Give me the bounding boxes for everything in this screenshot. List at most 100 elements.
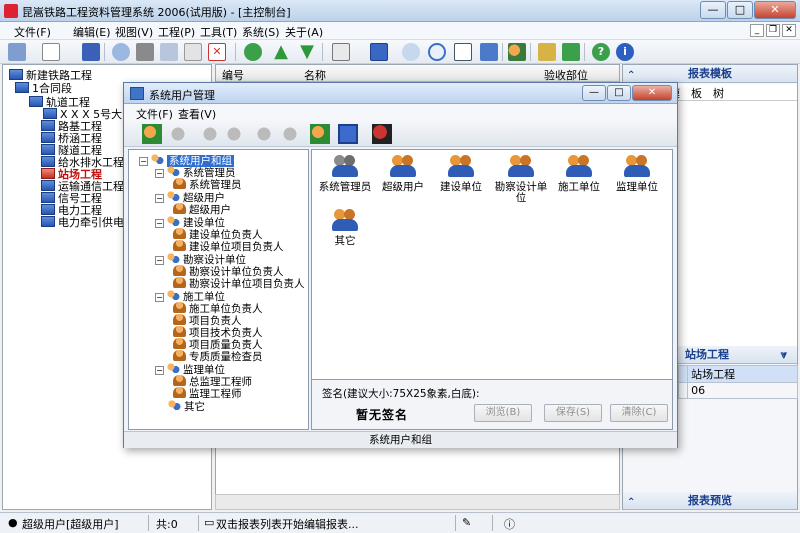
group-label: 其它	[334, 235, 356, 247]
clock-icon[interactable]	[428, 43, 446, 61]
collapse-icon[interactable]: −	[155, 169, 164, 178]
menu-file[interactable]: 文件(F)	[14, 24, 51, 40]
report-icon[interactable]	[370, 43, 388, 61]
user-icon	[173, 302, 186, 313]
search-icon[interactable]	[402, 43, 420, 61]
dialog-close-button[interactable]: ✕	[632, 85, 672, 101]
maximize-button[interactable]: □	[727, 1, 753, 19]
import-icon[interactable]	[538, 43, 556, 61]
print-icon[interactable]	[136, 43, 154, 61]
menu-tools[interactable]: 工具(T)	[200, 24, 237, 40]
group-icon	[166, 363, 180, 374]
column-header-number[interactable]: 编号	[222, 67, 244, 83]
help-icon[interactable]: ?	[592, 43, 610, 61]
group-item-owner[interactable]: 建设单位	[432, 154, 490, 193]
column-header-acceptance[interactable]: 验收部位	[544, 67, 588, 83]
status-bar: ● 超级用户[超级用户] 共:0 ▭ 双击报表列表开始编辑报表... ✎ ⓘ	[0, 512, 800, 533]
horizontal-scrollbar[interactable]	[215, 494, 620, 510]
info-icon[interactable]: i	[616, 43, 634, 61]
app-icon	[4, 4, 18, 18]
close-button[interactable]: ✕	[754, 1, 796, 19]
add-user-icon[interactable]	[254, 124, 274, 144]
collapse-icon[interactable]: −	[155, 194, 164, 203]
export-icon[interactable]	[562, 43, 580, 61]
property-value[interactable]: 站场工程	[687, 365, 798, 383]
group-item-admin[interactable]: 系统管理员	[316, 154, 374, 193]
add-group-icon[interactable]	[142, 124, 162, 144]
clear-button[interactable]: 清除(C)	[610, 404, 668, 422]
menu-edit[interactable]: 编辑(E)	[73, 24, 111, 40]
menu-view[interactable]: 视图(V)	[115, 24, 153, 40]
browse-button[interactable]: 浏览(B)	[474, 404, 532, 422]
book-icon	[9, 69, 23, 80]
dialog-menu-file[interactable]: 文件(F)	[136, 106, 173, 122]
edit-pen-icon[interactable]	[332, 43, 350, 61]
dialog-minimize-button[interactable]: —	[582, 85, 606, 101]
paste-icon[interactable]	[184, 43, 202, 61]
group-icon	[166, 290, 180, 301]
chevron-double-down-icon[interactable]: ⩔	[781, 346, 787, 363]
delete-icon[interactable]: ✕	[208, 43, 226, 61]
dialog-status-bar: 系统用户和组	[124, 431, 677, 448]
user-icon	[173, 203, 186, 214]
collapse-icon[interactable]: −	[155, 293, 164, 302]
group-other[interactable]: 其它	[167, 399, 205, 414]
dialog-menu-bar: 文件(F) 查看(V)	[124, 104, 677, 121]
delete-group-icon[interactable]	[168, 124, 188, 144]
user-icon	[173, 350, 186, 361]
group-icon	[166, 253, 180, 264]
dialog-maximize-button[interactable]: □	[607, 85, 631, 101]
mdi-minimize-button[interactable]: _	[750, 24, 764, 37]
dialog-menu-view[interactable]: 查看(V)	[178, 106, 216, 122]
large-icons-view-icon[interactable]	[338, 124, 358, 144]
mdi-restore-button[interactable]: ❐	[766, 24, 780, 37]
save-button[interactable]: 保存(S)	[544, 404, 602, 422]
preview-icon[interactable]	[112, 43, 130, 61]
delete-user-icon[interactable]	[280, 124, 300, 144]
tools-icon[interactable]	[480, 43, 498, 61]
group-item-supervision[interactable]: 监理单位	[608, 154, 666, 193]
group-other-icon	[332, 208, 358, 232]
user-group-tree: − 系统用户和组 − 系统管理员 系统管理员 − 超级用户 超级用户 − 建设单位 建设…	[128, 149, 309, 430]
tree-node-traction[interactable]: 电力牵引供电工	[41, 214, 135, 230]
open-project-icon[interactable]	[8, 43, 26, 61]
mdi-close-button[interactable]: ✕	[782, 24, 796, 37]
grid-header: 编号 名称 验收部位	[216, 65, 619, 82]
column-header-name[interactable]: 名称	[304, 67, 326, 83]
group-supervision-icon	[624, 154, 650, 178]
menu-about[interactable]: 关于(A)	[285, 24, 323, 40]
new-document-icon[interactable]	[42, 43, 60, 61]
property-table: 站场工程 06	[677, 365, 798, 399]
arrow-up-icon[interactable]: ▲	[272, 43, 290, 61]
table-icon[interactable]	[454, 43, 472, 61]
menu-system[interactable]: 系统(S)	[242, 24, 280, 40]
group-item-other[interactable]: 其它	[316, 208, 374, 247]
arrow-down-icon[interactable]: ▼	[298, 43, 316, 61]
collapse-icon[interactable]: −	[139, 157, 148, 166]
tab-template-3[interactable]: 树	[713, 85, 724, 101]
signature-panel: 签名(建议大小:75X25象素,白底): 暂无签名 浏览(B) 保存(S) 清除…	[311, 379, 673, 430]
property-key	[677, 365, 689, 383]
group-item-construction[interactable]: 施工单位	[550, 154, 608, 193]
permissions-icon[interactable]	[372, 124, 392, 144]
chevron-up-icon[interactable]: ⌃	[627, 494, 635, 511]
collapse-icon[interactable]: −	[155, 366, 164, 375]
menu-project[interactable]: 工程(P)	[158, 24, 195, 40]
users-icon[interactable]	[310, 124, 330, 144]
collapse-icon[interactable]: −	[155, 256, 164, 265]
main-toolbar: ✕ ▲ ▼ ? i	[0, 40, 800, 64]
group-item-survey[interactable]: 勘察设计单位	[492, 154, 550, 204]
users-icon[interactable]	[508, 43, 526, 61]
group-item-super[interactable]: 超级用户	[374, 154, 432, 193]
copy-icon[interactable]	[160, 43, 178, 61]
property-value[interactable]: 06	[687, 382, 798, 399]
group-properties-icon[interactable]	[224, 124, 244, 144]
collapse-icon[interactable]: −	[155, 219, 164, 228]
save-icon[interactable]	[82, 43, 100, 61]
status-info-icon: ⓘ	[504, 518, 515, 531]
refresh-icon[interactable]	[244, 43, 262, 61]
minimize-button[interactable]: —	[700, 1, 726, 19]
tab-template-2[interactable]: 板	[691, 85, 702, 101]
edit-group-icon[interactable]	[200, 124, 220, 144]
user-icon	[173, 338, 186, 349]
